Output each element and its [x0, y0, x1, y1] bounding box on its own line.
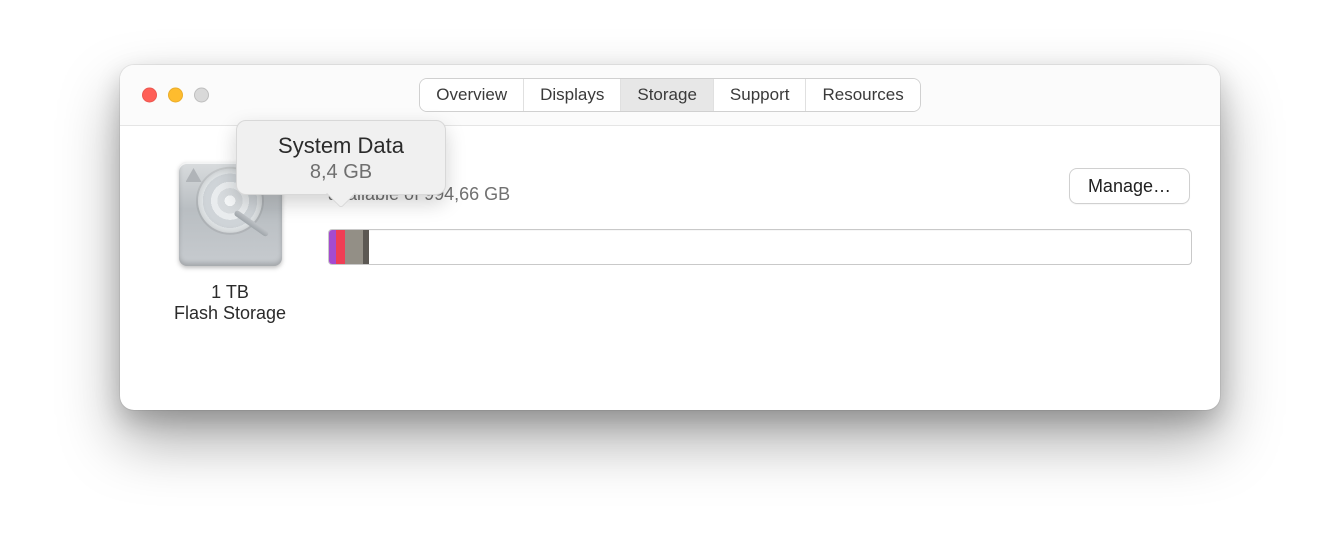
tab-support[interactable]: Support	[714, 79, 807, 111]
traffic-lights	[142, 88, 209, 103]
tab-overview[interactable]: Overview	[420, 79, 524, 111]
usage-segment[interactable]	[329, 230, 336, 264]
titlebar: Overview Displays Storage Support Resour…	[120, 65, 1220, 126]
close-window-icon[interactable]	[142, 88, 157, 103]
manage-button[interactable]: Manage…	[1069, 168, 1190, 204]
segment-tooltip: System Data 8,4 GB	[236, 120, 446, 195]
zoom-window-icon	[194, 88, 209, 103]
storage-usage-bar[interactable]	[328, 229, 1192, 265]
drive-type-label: Flash Storage	[174, 303, 286, 324]
drive-capacity-label: 1 TB	[211, 282, 249, 303]
tab-storage[interactable]: Storage	[621, 79, 714, 111]
about-this-mac-window: Overview Displays Storage Support Resour…	[120, 65, 1220, 410]
tab-displays[interactable]: Displays	[524, 79, 621, 111]
tab-bar: Overview Displays Storage Support Resour…	[419, 78, 920, 112]
usage-segment[interactable]	[345, 230, 364, 264]
tooltip-title: System Data	[251, 133, 431, 159]
storage-body: 1 TB Flash Storage HD available of 994,6…	[120, 126, 1220, 411]
tab-resources[interactable]: Resources	[806, 79, 919, 111]
drive-name-label: HD	[328, 152, 1190, 180]
usage-segment[interactable]	[336, 230, 345, 264]
drive-availability-label: available of 994,66 GB	[328, 184, 1190, 205]
usage-segment[interactable]	[363, 230, 368, 264]
minimize-window-icon[interactable]	[168, 88, 183, 103]
